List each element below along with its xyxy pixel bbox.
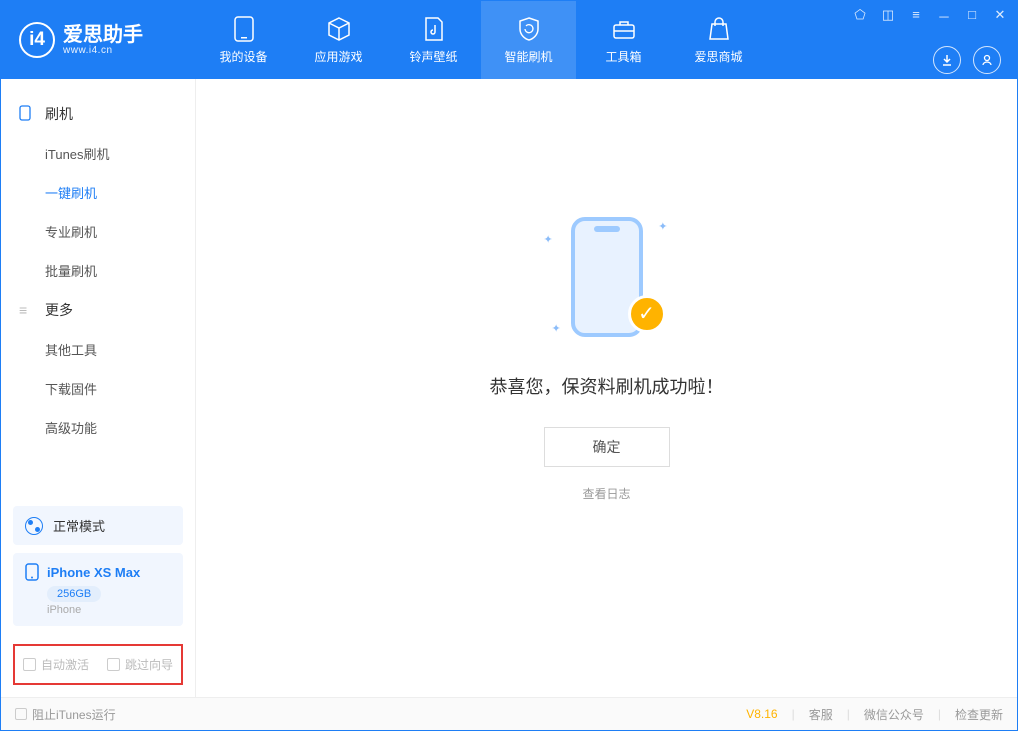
close-button[interactable]: ✕	[991, 7, 1009, 26]
logo-icon: i4	[19, 22, 55, 58]
sidebar-section-flash: 刷机	[1, 94, 195, 134]
titlebar-right: ⬠ ◫ ≡ － □ ✕	[851, 1, 1017, 79]
nav-ringtones[interactable]: 铃声壁纸	[386, 1, 481, 79]
sidebar-item-other-tools[interactable]: 其他工具	[1, 330, 195, 369]
bag-icon	[705, 15, 733, 43]
success-message: 恭喜您，保资料刷机成功啦！	[490, 373, 724, 399]
device-phone-icon	[25, 563, 39, 581]
device-name: iPhone XS Max	[25, 563, 171, 581]
support-link[interactable]: 客服	[809, 706, 833, 723]
sidebar-item-pro-flash[interactable]: 专业刷机	[1, 212, 195, 251]
device-sub: iPhone	[47, 604, 171, 616]
shield-refresh-icon	[515, 15, 543, 43]
sidebar-item-oneclick-flash[interactable]: 一键刷机	[1, 173, 195, 212]
device-card[interactable]: iPhone XS Max 256GB iPhone	[13, 553, 183, 626]
shirt-icon[interactable]: ⬠	[851, 7, 869, 26]
checkbox-auto-activate[interactable]: 自动激活	[23, 656, 89, 673]
list-icon: ≡	[19, 302, 35, 318]
toolbox-icon	[610, 15, 638, 43]
nav-my-device[interactable]: 我的设备	[196, 1, 291, 79]
mode-status[interactable]: 正常模式	[13, 506, 183, 545]
sidebar-item-advanced[interactable]: 高级功能	[1, 408, 195, 447]
nav-mall[interactable]: 爱思商城	[671, 1, 766, 79]
app-window: i4 爱思助手 www.i4.cn 我的设备 应用游戏 铃声壁纸 智能刷机	[0, 0, 1018, 731]
sidebar: 刷机 iTunes刷机 一键刷机 专业刷机 批量刷机 ≡ 更多 其他工具 下载固…	[1, 79, 196, 697]
checkbox-icon	[23, 658, 36, 671]
menu-icon[interactable]: ≡	[907, 7, 925, 26]
user-controls	[933, 46, 1001, 74]
app-name: 爱思助手	[63, 25, 143, 45]
window-controls: ⬠ ◫ ≡ － □ ✕	[851, 7, 1009, 26]
sidebar-item-batch-flash[interactable]: 批量刷机	[1, 251, 195, 290]
check-badge-icon: ✓	[628, 295, 666, 333]
maximize-button[interactable]: □	[963, 7, 981, 26]
footer-right: V8.16 | 客服 | 微信公众号 | 检查更新	[746, 706, 1003, 723]
checkbox-icon	[107, 658, 120, 671]
flash-options-box: 自动激活 跳过向导	[13, 644, 183, 685]
mode-icon	[25, 517, 43, 535]
version-label: V8.16	[746, 707, 777, 721]
footer: 阻止iTunes运行 V8.16 | 客服 | 微信公众号 | 检查更新	[1, 697, 1017, 730]
phone-small-icon	[19, 105, 35, 124]
feedback-icon[interactable]: ◫	[879, 7, 897, 26]
checkbox-skip-guide[interactable]: 跳过向导	[107, 656, 173, 673]
device-capacity: 256GB	[47, 586, 101, 602]
body: 刷机 iTunes刷机 一键刷机 专业刷机 批量刷机 ≡ 更多 其他工具 下载固…	[1, 79, 1017, 697]
nav-apps-games[interactable]: 应用游戏	[291, 1, 386, 79]
nav-toolbox[interactable]: 工具箱	[576, 1, 671, 79]
logo[interactable]: i4 爱思助手 www.i4.cn	[1, 22, 196, 58]
sparkle-icon: ✦	[552, 322, 561, 335]
top-nav: 我的设备 应用游戏 铃声壁纸 智能刷机 工具箱 爱思商城	[196, 1, 766, 79]
minimize-button[interactable]: －	[935, 7, 953, 26]
sparkle-icon: ✦	[658, 220, 667, 233]
main-content: ✦ ✦ ✦ ✓ 恭喜您，保资料刷机成功啦！ 确定 查看日志	[196, 79, 1017, 697]
checkbox-icon	[15, 708, 27, 720]
check-update-link[interactable]: 检查更新	[955, 706, 1003, 723]
app-url: www.i4.cn	[63, 45, 143, 56]
sidebar-item-download-firmware[interactable]: 下载固件	[1, 369, 195, 408]
sidebar-item-itunes-flash[interactable]: iTunes刷机	[1, 134, 195, 173]
view-log-link[interactable]: 查看日志	[582, 485, 630, 502]
ok-button[interactable]: 确定	[544, 427, 670, 467]
nav-smart-flash[interactable]: 智能刷机	[481, 1, 576, 79]
user-button[interactable]	[973, 46, 1001, 74]
titlebar: i4 爱思助手 www.i4.cn 我的设备 应用游戏 铃声壁纸 智能刷机	[1, 1, 1017, 79]
checkbox-block-itunes[interactable]: 阻止iTunes运行	[15, 706, 116, 723]
success-illustration: ✦ ✦ ✦ ✓	[542, 215, 672, 345]
sidebar-section-more: ≡ 更多	[1, 290, 195, 330]
cube-icon	[325, 15, 353, 43]
wechat-link[interactable]: 微信公众号	[864, 706, 924, 723]
sparkle-icon: ✦	[544, 233, 553, 246]
download-button[interactable]	[933, 46, 961, 74]
music-file-icon	[420, 15, 448, 43]
device-icon	[230, 15, 258, 43]
